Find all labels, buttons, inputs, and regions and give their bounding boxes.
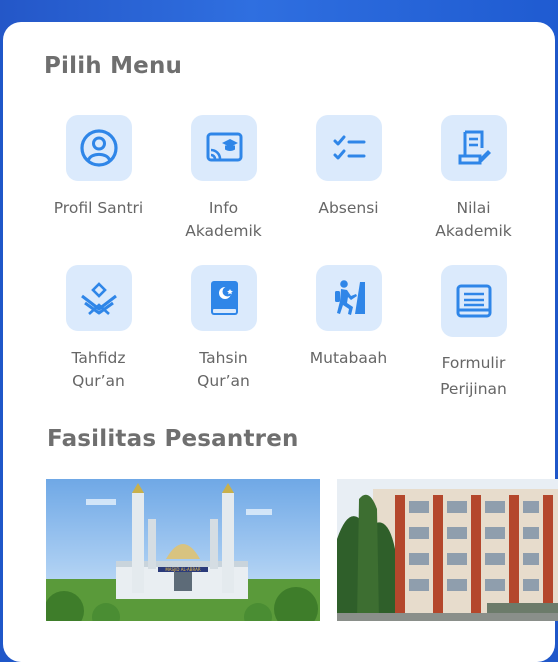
menu-item-nilai-akademik[interactable]: Nilai Akademik [411, 115, 536, 243]
form-book-icon [456, 284, 491, 318]
facility-photo-building[interactable] [337, 479, 558, 621]
menu-item-label: Mutabaah [309, 349, 388, 367]
menu-item-label: Nilai Akademik [435, 199, 512, 240]
menu-item-label: Absensi [318, 199, 379, 217]
menu-item-tahsin-quran[interactable]: Tahsin Qur’an [161, 265, 286, 393]
menu-item-mutabaah[interactable]: Mutabaah [286, 265, 411, 370]
menu-icon-box [440, 115, 507, 181]
menu-item-info-akademik[interactable]: Info Akademik [161, 115, 286, 243]
checklist-icon [333, 135, 365, 160]
menu-item-formulir-perijinan[interactable]: Formulir Perijinan [411, 265, 536, 402]
menu-item-tahfidz-quran[interactable]: Tahfidz Qur’an [36, 265, 161, 393]
user-circle-icon [79, 129, 118, 167]
menu-icon-box [190, 115, 257, 181]
open-quran-icon [80, 282, 117, 315]
mosque-sign-text: MASJID AL-ABRAR [165, 567, 201, 572]
quran-book-icon [210, 281, 238, 315]
mosque-image: MASJID AL-ABRAR [46, 479, 320, 621]
menu-item-label: Profil Santri [53, 199, 144, 217]
climbing-icon [334, 280, 365, 315]
menu-section-title: Pilih Menu [44, 53, 183, 79]
grade-document-icon [458, 130, 491, 165]
menu-icon-box [440, 265, 507, 337]
facility-photo-mosque[interactable]: MASJID AL-ABRAR [46, 479, 320, 621]
menu-icon-box [315, 265, 382, 331]
menu-item-label: Tahfidz Qur’an [71, 349, 126, 390]
menu-item-profil-santri[interactable]: Profil Santri [36, 115, 161, 220]
building-image [337, 479, 558, 621]
academic-broadcast-icon [206, 132, 242, 162]
menu-item-absensi[interactable]: Absensi [286, 115, 411, 220]
menu-icon-box [65, 265, 132, 331]
menu-item-label: Tahsin Qur’an [197, 349, 250, 390]
menu-item-label: Info Akademik [185, 199, 262, 240]
menu-icon-box [315, 115, 382, 181]
menu-icon-box [65, 115, 132, 181]
menu-item-label: Formulir Perijinan [440, 354, 507, 398]
facilities-section-title: Fasilitas Pesantren [47, 426, 299, 452]
menu-icon-box [190, 265, 257, 331]
